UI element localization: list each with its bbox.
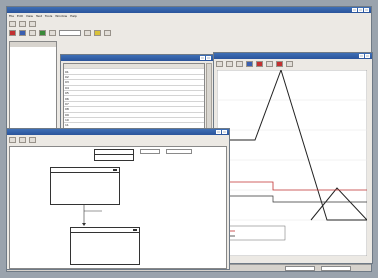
run-icon[interactable] xyxy=(104,30,111,36)
minimize-button[interactable] xyxy=(200,56,205,60)
left-panel xyxy=(9,41,57,133)
table-cell: 07 xyxy=(65,101,69,106)
step-icon[interactable] xyxy=(49,30,56,36)
table-scrollbar[interactable] xyxy=(206,63,212,135)
open-icon[interactable] xyxy=(19,20,26,27)
print-icon[interactable] xyxy=(286,60,293,67)
table-cell: 06 xyxy=(65,96,69,101)
status-item xyxy=(321,265,351,271)
tool-icon[interactable] xyxy=(19,136,26,143)
close-button[interactable] xyxy=(365,54,370,58)
flow-toolbar xyxy=(7,135,229,144)
chart-toolbar xyxy=(214,59,372,68)
minimize-button[interactable] xyxy=(352,8,357,12)
pause-icon[interactable] xyxy=(29,30,36,36)
toolbar-1 xyxy=(7,19,371,28)
data-table: 010203040506070809101112 xyxy=(63,63,205,135)
node-2-line xyxy=(71,254,139,258)
menu-file[interactable]: File xyxy=(9,14,14,18)
tool-icon[interactable] xyxy=(29,136,36,143)
cursor-icon[interactable] xyxy=(236,60,243,67)
chart-window xyxy=(213,52,373,264)
close-button[interactable] xyxy=(222,130,227,134)
table-body: 010203040506070809101112 xyxy=(64,69,204,134)
table-cell: 09 xyxy=(65,112,69,117)
flow-window xyxy=(6,128,230,270)
node-2[interactable] xyxy=(70,227,140,265)
tool-icon[interactable] xyxy=(9,136,16,143)
menu-window[interactable]: Window xyxy=(55,14,67,18)
dropdown-icon[interactable] xyxy=(84,30,91,36)
menu-test[interactable]: Test xyxy=(36,14,42,18)
minimize-button[interactable] xyxy=(216,130,221,134)
zoom-out-icon[interactable] xyxy=(226,60,233,67)
table-window: 010203040506070809101112 xyxy=(60,54,214,136)
stop-icon[interactable] xyxy=(9,30,16,36)
minimize-button[interactable] xyxy=(359,54,364,58)
maximize-button[interactable] xyxy=(358,8,363,12)
table-cell: 02 xyxy=(65,74,69,79)
flow-canvas xyxy=(9,146,227,269)
left-panel-item[interactable] xyxy=(10,77,56,82)
menu-help[interactable]: Help xyxy=(70,14,77,18)
menu-edit[interactable]: Edit xyxy=(17,14,23,18)
table-cell: 05 xyxy=(65,91,69,96)
table-cell: 04 xyxy=(65,85,69,90)
close-button[interactable] xyxy=(206,56,211,60)
save-icon[interactable] xyxy=(29,20,36,27)
legend-box xyxy=(224,225,286,241)
toolbar-2 xyxy=(7,28,371,38)
table-cell: 08 xyxy=(65,107,69,112)
toolbar-field[interactable] xyxy=(59,30,81,36)
new-icon[interactable] xyxy=(9,20,16,27)
trace-icon[interactable] xyxy=(246,60,253,67)
table-cell: 03 xyxy=(65,80,69,85)
menu-tools[interactable]: Tools xyxy=(45,14,52,18)
table-cell: 10 xyxy=(65,118,69,123)
menu-view[interactable]: View xyxy=(26,14,33,18)
trace-plot xyxy=(217,70,367,256)
zoom-in-icon[interactable] xyxy=(216,60,223,67)
close-button[interactable] xyxy=(364,8,369,12)
refresh-icon[interactable] xyxy=(94,30,101,36)
table-window-titlebar[interactable] xyxy=(61,55,213,61)
table-cell: 01 xyxy=(65,69,69,74)
status-item xyxy=(285,265,315,271)
scale-icon[interactable] xyxy=(266,60,273,67)
play-icon[interactable] xyxy=(39,30,46,36)
table-cell: 11 xyxy=(65,123,69,128)
node-2-badge xyxy=(133,229,137,231)
marker-icon[interactable] xyxy=(256,60,263,67)
stop-icon[interactable] xyxy=(276,60,283,67)
record-icon[interactable] xyxy=(19,30,26,36)
